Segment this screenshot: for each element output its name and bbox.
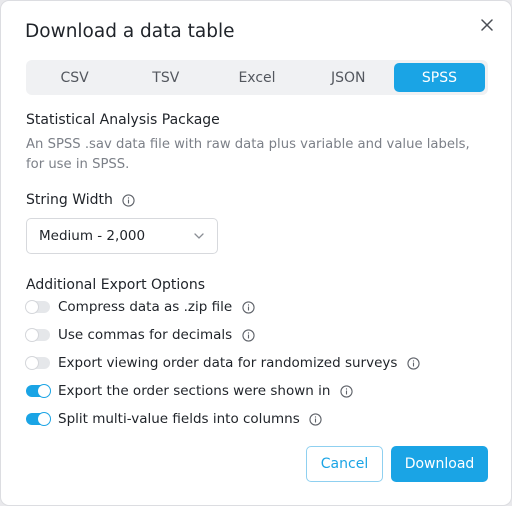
toggle-split-multi-value[interactable] [26, 413, 50, 425]
info-icon[interactable] [122, 193, 136, 207]
info-icon[interactable] [406, 356, 420, 370]
format-description: An SPSS .sav data file with raw data plu… [26, 137, 470, 172]
string-width-label-row: String Width [26, 192, 136, 208]
info-icon[interactable] [241, 328, 255, 342]
string-width-label: String Width [26, 192, 113, 208]
option-label: Split multi-value fields into columns [58, 411, 300, 427]
tab-tsv[interactable]: TSV [120, 63, 211, 92]
dialog-title: Download a data table [25, 21, 235, 42]
toggle-commas-decimals[interactable] [26, 329, 50, 341]
string-width-value: Medium - 2,000 [39, 228, 146, 244]
format-tabs: CSV TSV Excel JSON SPSS [26, 60, 488, 95]
info-icon[interactable] [241, 300, 255, 314]
tab-excel[interactable]: Excel [211, 63, 302, 92]
option-label: Compress data as .zip file [58, 299, 233, 315]
download-button[interactable]: Download [391, 446, 488, 482]
toggle-compress-zip[interactable] [26, 301, 50, 313]
option-split-multi-value: Split multi-value fields into columns [26, 409, 323, 429]
chevron-down-icon [194, 233, 204, 239]
format-title: Statistical Analysis Package [26, 112, 220, 128]
tab-spss[interactable]: SPSS [393, 63, 486, 92]
option-compress-zip: Compress data as .zip file [26, 297, 255, 317]
option-viewing-order: Export viewing order data for randomized… [26, 353, 420, 373]
string-width-select[interactable]: Medium - 2,000 [26, 218, 218, 254]
info-icon[interactable] [339, 384, 353, 398]
close-icon [481, 19, 493, 31]
option-label: Export viewing order data for randomized… [58, 355, 398, 371]
tab-csv[interactable]: CSV [29, 63, 120, 92]
toggle-viewing-order[interactable] [26, 357, 50, 369]
download-dialog: Download a data table CSV TSV Excel JSON… [1, 1, 511, 505]
option-label: Use commas for decimals [58, 327, 233, 343]
option-section-order: Export the order sections were shown in [26, 381, 353, 401]
cancel-button[interactable]: Cancel [306, 446, 383, 482]
option-label: Export the order sections were shown in [58, 383, 331, 399]
option-commas-decimals: Use commas for decimals [26, 325, 255, 345]
close-button[interactable] [476, 14, 498, 36]
info-icon[interactable] [309, 412, 323, 426]
toggle-section-order[interactable] [26, 385, 50, 397]
tab-json[interactable]: JSON [303, 63, 394, 92]
export-options-title: Additional Export Options [26, 277, 206, 293]
